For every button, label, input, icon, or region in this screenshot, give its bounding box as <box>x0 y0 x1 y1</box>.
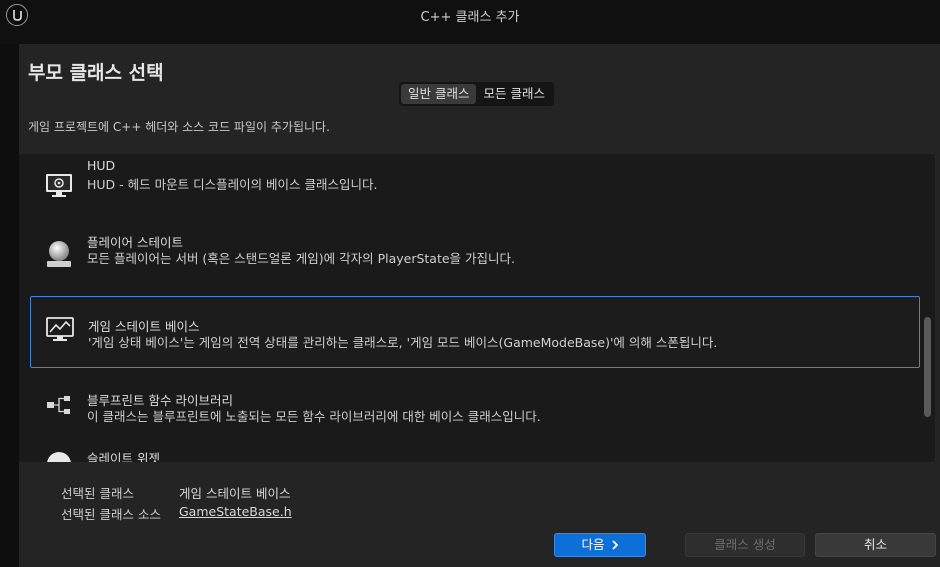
node-graph-icon <box>45 394 73 422</box>
slate-widget-icon <box>45 450 73 462</box>
monitor-icon <box>45 173 73 203</box>
title-bar: C++ 클래스 추가 <box>0 0 940 44</box>
scrollbar-thumb[interactable] <box>924 317 931 417</box>
selected-class-source-link[interactable]: GameStateBase.h <box>179 504 292 519</box>
class-item-hud[interactable]: HUD HUD - 헤드 마운트 디스플레이의 베이스 클래스입니다. <box>30 154 920 224</box>
class-item-blueprint-function-library[interactable]: 블루프린트 함수 라이브러리 이 클래스는 블루프린트에 노출되는 모든 함수 … <box>30 372 920 444</box>
class-item-description: 이 클래스는 블루프린트에 노출되는 모든 함수 라이브러리에 대한 베이스 클… <box>87 409 541 424</box>
page-title: 부모 클래스 선택 <box>28 62 164 84</box>
class-item-description: HUD - 헤드 마운트 디스플레이의 베이스 클래스입니다. <box>87 177 378 192</box>
class-item-name: HUD <box>87 158 116 173</box>
class-filter-toggle: 일반 클래스 모든 클래스 <box>399 82 554 106</box>
chevron-right-icon <box>611 540 618 550</box>
class-item-game-state-base[interactable]: 게임 스테이트 베이스 '게임 상태 베이스'는 게임의 전역 상태를 관리하는… <box>30 296 920 368</box>
cancel-button[interactable]: 취소 <box>815 533 936 557</box>
next-button-label: 다음 <box>581 537 605 552</box>
tab-all-classes[interactable]: 모든 클래스 <box>476 84 551 104</box>
selected-class-label: 선택된 클래스 <box>61 486 134 501</box>
class-item-description: '게임 상태 베이스'는 게임의 전역 상태를 관리하는 클래스로, '게임 모… <box>88 335 718 350</box>
add-cpp-class-dialog: 부모 클래스 선택 일반 클래스 모든 클래스 게임 프로젝트에 C++ 헤더와… <box>19 44 940 567</box>
player-state-icon <box>45 239 73 273</box>
selected-class-value: 게임 스테이트 베이스 <box>179 486 291 501</box>
tab-common-classes[interactable]: 일반 클래스 <box>401 84 477 104</box>
class-list-scrollbar[interactable] <box>924 154 932 462</box>
next-button[interactable]: 다음 <box>554 533 646 557</box>
selected-class-source-label: 선택된 클래스 소스 <box>61 507 161 522</box>
class-item-description: 모든 플레이어는 서버 (혹은 스탠드얼론 게임)에 각자의 PlayerSta… <box>87 251 515 266</box>
class-list: HUD HUD - 헤드 마운트 디스플레이의 베이스 클래스입니다. 플레이어 <box>19 154 935 462</box>
class-item-player-state[interactable]: 플레이어 스테이트 모든 플레이어는 서버 (혹은 스탠드얼론 게임)에 각자의… <box>30 220 920 292</box>
class-item-name: 슬레이트 위젯 <box>87 451 160 462</box>
create-class-button[interactable]: 클래스 생성 <box>685 533 805 557</box>
page-description: 게임 프로젝트에 C++ 헤더와 소스 코드 파일이 추가됩니다. <box>28 120 330 134</box>
chart-monitor-icon <box>46 317 74 347</box>
window-title: C++ 클래스 추가 <box>420 10 520 25</box>
class-item-slate-widget[interactable]: 슬레이트 위젯 <box>30 446 920 462</box>
